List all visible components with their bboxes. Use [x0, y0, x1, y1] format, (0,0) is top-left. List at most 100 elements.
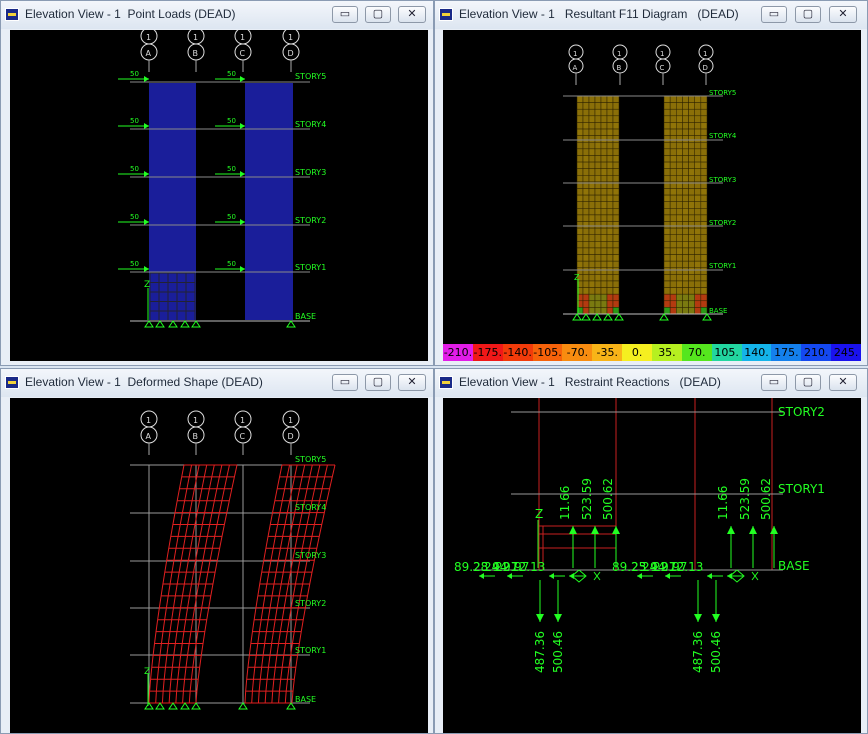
legend-label: 245. [833, 346, 859, 359]
f11-mesh-cell [588, 254, 596, 262]
legend-label: -105. [533, 346, 562, 359]
restraint-reactions-view[interactable]: STORY2 STORY1 BASE Z 89.23 28.94 24.97 22.9… [443, 398, 861, 733]
f11-mesh-cell [594, 168, 602, 176]
f11-mesh-cell [669, 280, 677, 288]
story-label: STORY1 [778, 482, 825, 496]
legend-label: -70. [566, 346, 589, 359]
window-titlebar[interactable]: Elevation View - 1 Deformed Shape (DEAD)… [1, 369, 433, 397]
f11-mesh-cell [669, 300, 677, 308]
close-button[interactable]: ✕ [829, 374, 857, 391]
z-axis-label: Z [144, 667, 150, 677]
grid-bubble-number: 1 [703, 50, 707, 58]
f11-mesh-cell [688, 241, 695, 249]
reaction-up-value: 500.62 [601, 478, 615, 520]
support-icon [592, 313, 602, 321]
f11-mesh-cell [676, 274, 683, 282]
maximize-button[interactable]: ▢ [365, 374, 391, 391]
f11-mesh-cell [612, 234, 620, 242]
deformed-shape-view[interactable]: 1A1B1C1D STORY5 STORY4 STORY3 STORY2 STORY1 B… [10, 398, 428, 733]
legend-swatch: 0. [622, 344, 653, 361]
f11-mesh-cell [594, 307, 602, 315]
f11-mesh-cell [588, 201, 596, 209]
f11-mesh-cell [588, 293, 596, 302]
f11-mesh-cell [694, 267, 702, 275]
f11-mesh-cell [612, 135, 620, 143]
app-icon [439, 376, 453, 389]
f11-mesh-cell [688, 307, 695, 315]
story-label: STORY1 [709, 262, 736, 270]
f11-mesh-cell [663, 208, 671, 216]
maximize-button[interactable]: ▢ [795, 374, 821, 391]
f11-mesh-cell [700, 194, 708, 202]
f11-mesh-cell [600, 141, 608, 150]
f11-mesh-cell [582, 148, 590, 156]
f11-mesh-cell [694, 135, 702, 143]
f11-mesh-cell [700, 155, 708, 163]
f11-mesh-cell [600, 234, 608, 242]
f11-mesh-cell [682, 208, 689, 216]
close-button[interactable]: ✕ [398, 6, 426, 23]
f11-mesh-cell [582, 247, 590, 255]
f11-mesh-cell [600, 108, 608, 117]
f11-mesh-cell [688, 267, 695, 275]
f11-mesh-cell [606, 267, 614, 275]
point-loads-view[interactable]: 1A1B1C1D 50 50 50 50 50 50 50 50 50 50 STORY5 STOR… [10, 30, 428, 361]
grid-bubble-b: 1B [612, 44, 628, 85]
f11-mesh-cell [700, 214, 708, 222]
f11-mesh-cell [588, 208, 596, 216]
point-load-arrow: 50 [215, 260, 245, 272]
f11-mesh-cell [676, 194, 683, 202]
f11-mesh-cell [688, 141, 695, 150]
reaction-down-arrow: 487.36 [691, 580, 705, 673]
f11-mesh-cell [600, 267, 608, 275]
close-button[interactable]: ✕ [398, 374, 426, 391]
z-axis-label: Z [144, 280, 150, 290]
f11-mesh-cell [688, 102, 695, 110]
f11-mesh-cell [576, 188, 584, 196]
deformed-canvas: 1A1B1C1D STORY5STORY4STORY3STORY2STORY1B… [130, 410, 336, 710]
f11-mesh-cell [612, 201, 620, 209]
f11-mesh-cell [676, 227, 683, 235]
f11-mesh-cell [588, 148, 596, 156]
window-titlebar[interactable]: Elevation View - 1 Restraint Reactions (… [435, 369, 867, 397]
legend-swatch: -140. [502, 344, 533, 361]
f11-diagram-view[interactable]: 1A1B1C1D STORY5 STORY4 STORY3 STORY2 STORY1 B… [443, 30, 861, 344]
f11-mesh-cell [582, 155, 590, 163]
close-button[interactable]: ✕ [829, 6, 857, 23]
f11-mesh-cell [694, 208, 702, 216]
window-titlebar[interactable]: Elevation View - 1 Resultant F11 Diagram… [435, 1, 867, 29]
point-load-value: 50 [130, 165, 139, 173]
f11-mesh-cell [612, 155, 620, 163]
f11-mesh-cell [663, 267, 671, 275]
reaction-up-arrow: 500.62 [759, 478, 778, 568]
f11-mesh-cell [663, 95, 671, 103]
minimize-button[interactable]: ▭ [761, 6, 787, 23]
app-icon [439, 8, 453, 21]
f11-mesh-cell [606, 247, 614, 255]
minimize-button[interactable]: ▭ [332, 6, 358, 23]
story-label: BASE [295, 312, 316, 321]
f11-mesh-cell [688, 254, 695, 262]
f11-mesh-cell [594, 247, 602, 255]
minimize-button[interactable]: ▭ [761, 374, 787, 391]
f11-mesh-cell [700, 234, 708, 242]
maximize-button[interactable]: ▢ [365, 6, 391, 23]
support-icon [155, 702, 165, 710]
window-title: Elevation View - 1 Point Loads (DEAD) [25, 7, 236, 21]
f11-mesh-cell [612, 260, 620, 269]
f11-mesh-cell [600, 122, 608, 130]
f11-mesh-cell [588, 267, 596, 275]
minimize-button[interactable]: ▭ [332, 374, 358, 391]
point-load-value: 50 [130, 117, 139, 125]
legend-label: -175. [473, 346, 503, 359]
f11-mesh-cell [576, 201, 584, 209]
f11-mesh-cell [682, 115, 689, 123]
f11-mesh-cell [682, 241, 689, 249]
f11-mesh-cell [576, 95, 584, 103]
f11-mesh-cell [669, 188, 677, 196]
window-titlebar[interactable]: Elevation View - 1 Point Loads (DEAD) ▭ … [1, 1, 433, 29]
point-load-arrow: 50 [118, 260, 149, 272]
maximize-button[interactable]: ▢ [795, 6, 821, 23]
f11-mesh-cell [676, 208, 683, 216]
f11-mesh-cell [682, 287, 689, 295]
